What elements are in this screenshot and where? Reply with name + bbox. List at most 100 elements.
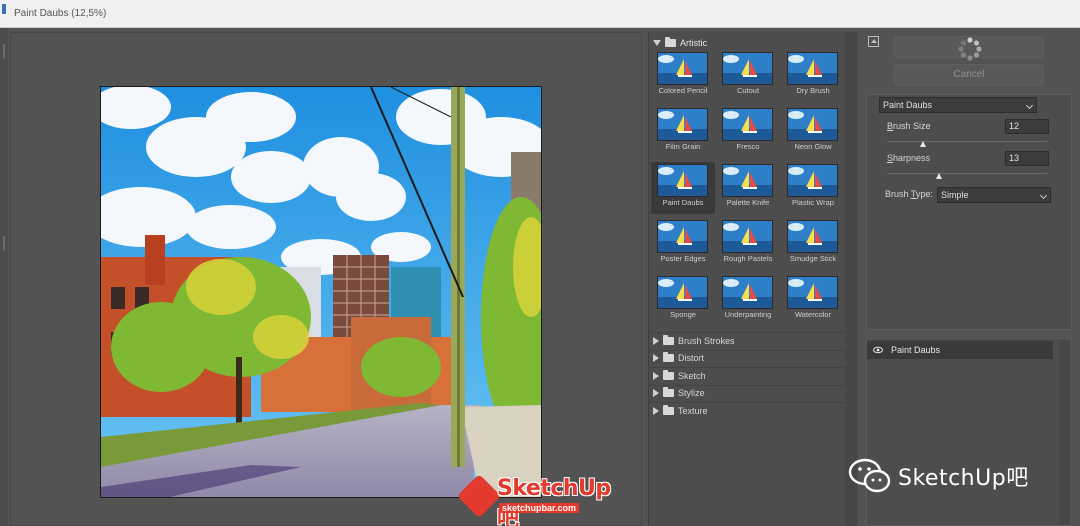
filter-preview-image [722, 164, 773, 197]
logo-mark-icon [456, 473, 502, 519]
left-edge-strip [0, 28, 8, 526]
category-label: Brush Strokes [678, 335, 735, 346]
filter-thumb[interactable]: Palette Knife [716, 162, 780, 214]
category-label: Distort [678, 353, 705, 363]
folder-icon [663, 404, 674, 415]
brush-type-select[interactable]: Simple [937, 187, 1051, 203]
sketchup-logo-watermark: SketchUp吧 sketchupbar.com [456, 473, 624, 526]
filter-label: Underpainting [724, 310, 772, 319]
filter-preview-image [787, 108, 838, 141]
category-row[interactable]: Brush Strokes [649, 332, 845, 348]
brush-size-label: Brush Size [887, 121, 931, 131]
app-icon [2, 4, 6, 14]
brush-size-input[interactable]: 12 [1005, 119, 1049, 134]
filter-label: Cutout [736, 86, 760, 95]
filter-preview-image [787, 276, 838, 309]
folder-icon [663, 369, 674, 380]
filter-thumb[interactable]: Sponge [651, 274, 715, 326]
expand-triangle-icon [653, 406, 659, 415]
preview-image [100, 86, 542, 498]
filter-preview-image [787, 52, 838, 85]
filter-thumb[interactable]: Underpainting [716, 274, 780, 326]
filter-thumb[interactable]: Watercolor [781, 274, 845, 326]
eye-icon[interactable] [873, 345, 883, 355]
window-title-bar: Paint Daubs (12,5%) [0, 0, 1080, 28]
logo-text: SketchUp吧 [497, 476, 611, 526]
category-row[interactable]: Sketch [649, 367, 845, 383]
category-label: Texture [678, 405, 708, 416]
edge-handle[interactable] [3, 236, 5, 250]
filter-label: Rough Pastels [723, 254, 773, 263]
category-label: Artistic [680, 38, 707, 48]
effect-layer-row[interactable]: Paint Daubs [867, 341, 1053, 359]
expand-triangle-icon [653, 354, 659, 362]
filter-preview-image [722, 108, 773, 141]
filter-label: Colored Pencil [658, 86, 708, 95]
chevron-down-icon [1039, 191, 1048, 200]
filter-label: Palette Knife [726, 198, 770, 207]
expand-triangle-icon [653, 389, 659, 397]
filter-preview-image [722, 220, 773, 253]
filter-label: Film Grain [665, 142, 701, 151]
filter-thumb[interactable]: Smudge Stick [781, 218, 845, 270]
wechat-icon [848, 458, 891, 493]
filter-thumb[interactable]: Poster Edges [651, 218, 715, 270]
sharpness-label: Sharpness [887, 153, 931, 163]
filter-label: Smudge Stick [789, 254, 837, 263]
brush-size-slider[interactable] [887, 141, 1047, 142]
filter-label: Fresco [736, 142, 760, 151]
expand-triangle-icon [653, 336, 659, 345]
chevron-down-icon [1025, 101, 1034, 110]
window-title: Paint Daubs (12,5%) [14, 8, 107, 19]
sharpness-slider-thumb[interactable] [936, 173, 942, 179]
logo-url: sketchupbar.com [499, 503, 580, 513]
category-artistic[interactable]: Artistic [653, 36, 707, 50]
filter-preview-image [657, 220, 708, 253]
filter-label: Watercolor [795, 310, 831, 319]
folder-icon [665, 37, 676, 47]
sharpness-input[interactable]: 13 [1005, 151, 1049, 166]
filter-preview-image [722, 52, 773, 85]
category-row[interactable]: Distort [649, 349, 845, 366]
effect-layers-panel: Paint Daubs [866, 338, 1072, 526]
filter-label: Dry Brush [796, 86, 830, 95]
layers-scrollbar[interactable] [1059, 341, 1069, 525]
folder-icon [663, 334, 674, 345]
filter-preview-image [657, 52, 708, 85]
filter-thumb[interactable]: Film Grain [651, 106, 715, 158]
filter-thumb[interactable]: Neon Glow [781, 106, 845, 158]
category-label: Stylize [678, 388, 705, 398]
category-row[interactable]: Texture [649, 402, 845, 418]
cancel-button[interactable]: Cancel [894, 64, 1044, 86]
brush-type-label: Brush Type: [885, 189, 933, 199]
filter-preview-image [787, 164, 838, 197]
filter-thumb[interactable]: Plastic Wrap [781, 162, 845, 214]
wechat-text: SketchUp吧 [898, 466, 1029, 491]
folder-icon [663, 387, 674, 397]
filter-preview-image [657, 108, 708, 141]
filter-label: Paint Daubs [662, 198, 704, 207]
filter-preview-image [722, 276, 773, 309]
filter-settings-panel: Paint Daubs Brush Size 12 Sharpness 13 B… [866, 94, 1072, 330]
expand-triangle-icon [653, 371, 659, 380]
filter-select-value: Paint Daubs [883, 100, 933, 110]
filter-thumb[interactable]: Dry Brush [781, 50, 845, 102]
filter-select[interactable]: Paint Daubs [879, 97, 1037, 113]
edge-handle[interactable] [3, 44, 5, 58]
brush-size-slider-thumb[interactable] [919, 141, 926, 147]
wechat-watermark: SketchUp吧 [848, 452, 1048, 496]
brush-type-value: Simple [941, 190, 969, 200]
sharpness-slider[interactable] [887, 173, 1047, 174]
filter-label: Poster Edges [660, 254, 706, 263]
filter-thumb[interactable]: Cutout [716, 50, 780, 102]
category-row[interactable]: Stylize [649, 384, 845, 401]
filter-thumb[interactable]: Rough Pastels [716, 218, 780, 270]
filter-thumb[interactable]: Colored Pencil [651, 50, 715, 102]
filter-thumb[interactable]: Paint Daubs [651, 162, 715, 214]
collapse-panel-icon[interactable] [868, 36, 879, 47]
filter-thumb[interactable]: Fresco [716, 106, 780, 158]
loading-spinner-icon [958, 37, 982, 61]
filter-label: Plastic Wrap [792, 198, 834, 207]
folder-icon [663, 352, 674, 362]
filter-gallery: Artistic Colored Pencil Cutout Dry Brush Fi… [648, 32, 858, 526]
